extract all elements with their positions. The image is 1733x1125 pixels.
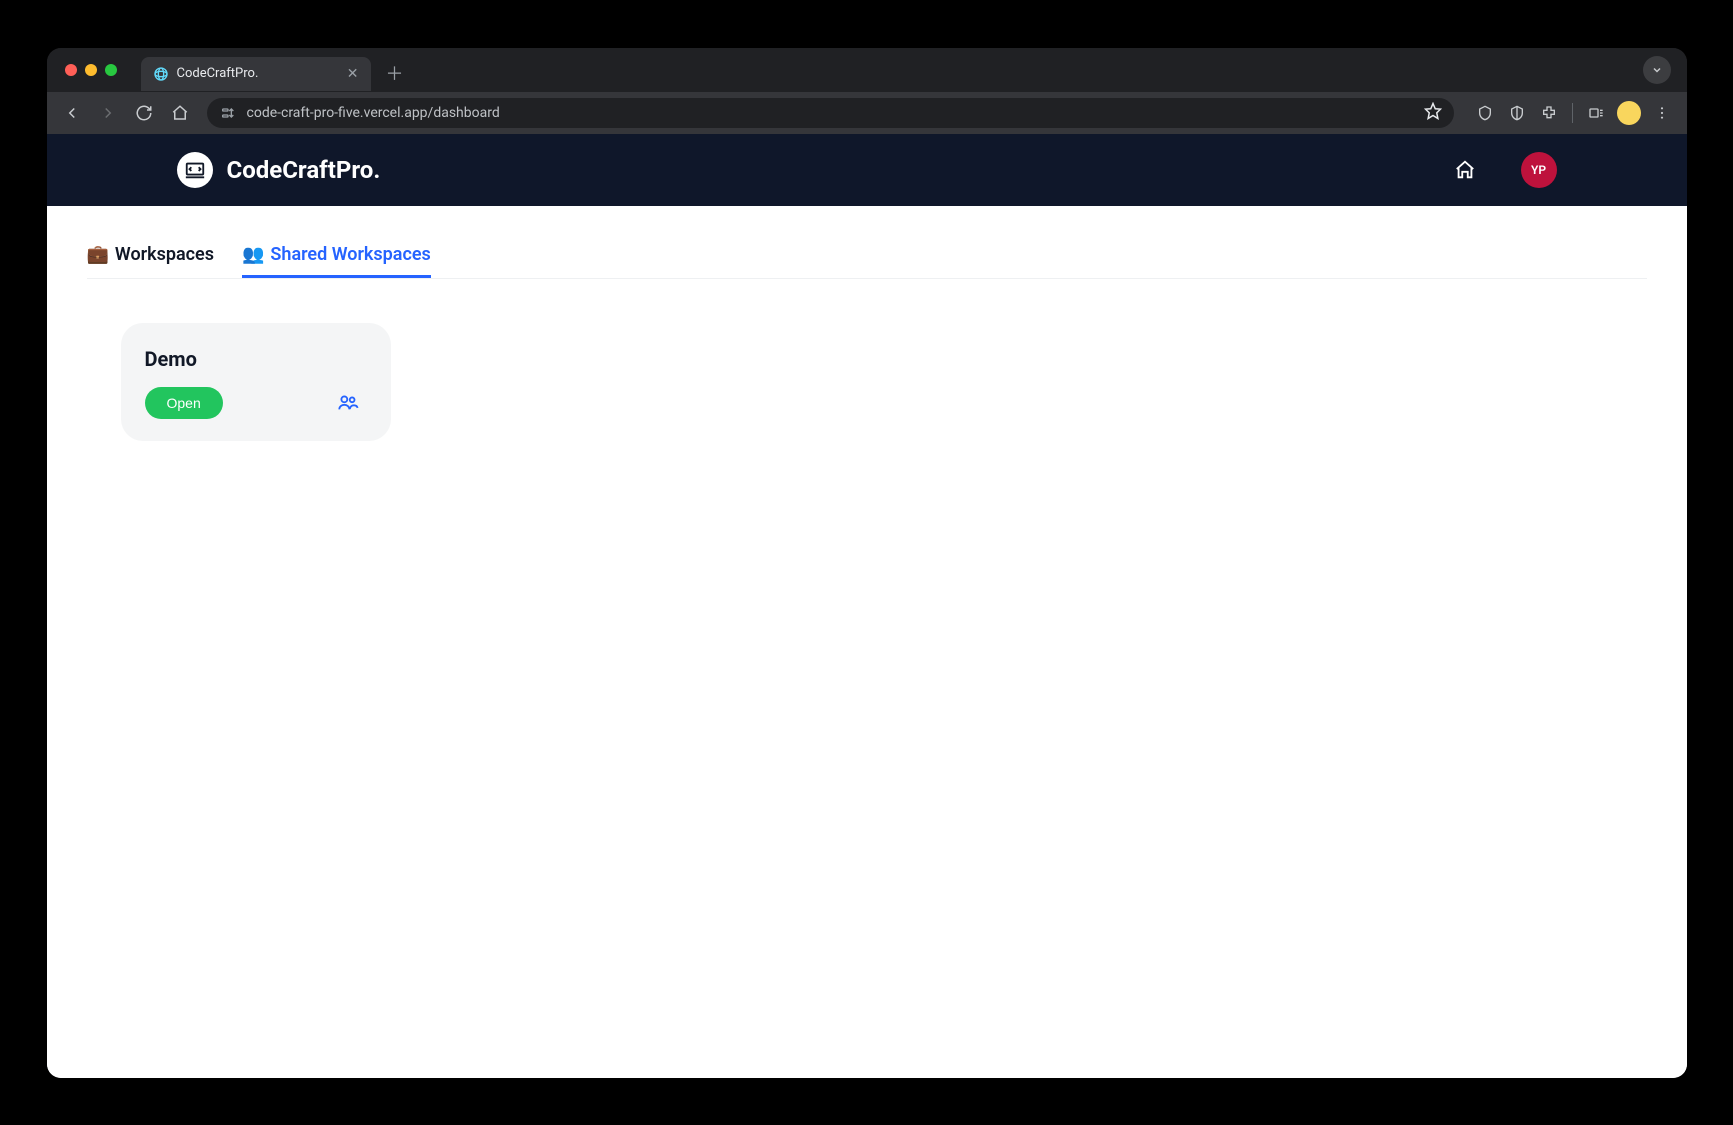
toolbar-divider	[1572, 103, 1573, 123]
reload-button[interactable]	[129, 98, 159, 128]
app-header-right: YP	[1449, 152, 1557, 188]
tabs-overflow-button[interactable]	[1643, 56, 1671, 84]
app-header: CodeCraftPro. YP	[47, 134, 1687, 206]
user-avatar[interactable]: YP	[1521, 152, 1557, 188]
brand[interactable]: CodeCraftPro.	[177, 152, 381, 188]
browser-profile-avatar[interactable]	[1617, 101, 1641, 125]
url-text: code-craft-pro-five.vercel.app/dashboard	[247, 105, 1414, 121]
window-close-button[interactable]	[65, 64, 77, 76]
shield-outline-icon[interactable]	[1502, 98, 1532, 128]
avatar-initials: YP	[1531, 163, 1546, 177]
open-workspace-button[interactable]: Open	[145, 387, 223, 419]
browser-tab-title: CodeCraftPro.	[177, 66, 339, 81]
browser-window: CodeCraftPro. ✕ ＋	[47, 48, 1687, 1078]
browser-tabbar: CodeCraftPro. ✕ ＋	[47, 48, 1687, 92]
browser-toolbar: code-craft-pro-five.vercel.app/dashboard	[47, 92, 1687, 134]
page-content: 💼 Workspaces 👥 Shared Workspaces Demo Op…	[47, 206, 1687, 1078]
people-emoji-icon: 👥	[242, 244, 264, 265]
back-button[interactable]	[57, 98, 87, 128]
window-minimize-button[interactable]	[85, 64, 97, 76]
workspace-card: Demo Open	[121, 323, 391, 441]
brand-name: CodeCraftPro.	[227, 156, 381, 184]
shield-ext-icon[interactable]	[1470, 98, 1500, 128]
members-icon[interactable]	[337, 392, 359, 414]
briefcase-emoji-icon: 💼	[87, 244, 109, 265]
home-button[interactable]	[1449, 154, 1481, 186]
window-maximize-button[interactable]	[105, 64, 117, 76]
workspace-card-title: Demo	[145, 347, 367, 371]
kebab-menu-icon[interactable]	[1647, 98, 1677, 128]
tab-shared-workspaces-label: Shared Workspaces	[270, 244, 430, 265]
cards-area: Demo Open	[87, 279, 1647, 441]
toolbar-right	[1466, 98, 1677, 128]
site-info-icon[interactable]	[219, 104, 237, 122]
card-actions: Open	[145, 387, 367, 419]
tab-favicon-icon	[153, 66, 169, 82]
address-bar[interactable]: code-craft-pro-five.vercel.app/dashboard	[207, 98, 1454, 128]
forward-button[interactable]	[93, 98, 123, 128]
tab-shared-workspaces[interactable]: 👥 Shared Workspaces	[242, 236, 431, 278]
page-viewport: CodeCraftPro. YP 💼 Workspaces 👥	[47, 134, 1687, 1078]
home-browser-button[interactable]	[165, 98, 195, 128]
extensions-icon[interactable]	[1534, 98, 1564, 128]
new-tab-button[interactable]: ＋	[381, 59, 409, 87]
tabs-row: 💼 Workspaces 👥 Shared Workspaces	[87, 236, 1647, 279]
tab-close-icon[interactable]: ✕	[347, 66, 359, 82]
bookmark-star-icon[interactable]	[1424, 102, 1442, 124]
media-control-icon[interactable]	[1581, 98, 1611, 128]
tab-workspaces-label: Workspaces	[115, 244, 214, 265]
browser-tab[interactable]: CodeCraftPro. ✕	[141, 57, 371, 91]
tab-workspaces[interactable]: 💼 Workspaces	[87, 236, 215, 278]
brand-logo-icon	[177, 152, 213, 188]
window-controls	[65, 64, 117, 76]
